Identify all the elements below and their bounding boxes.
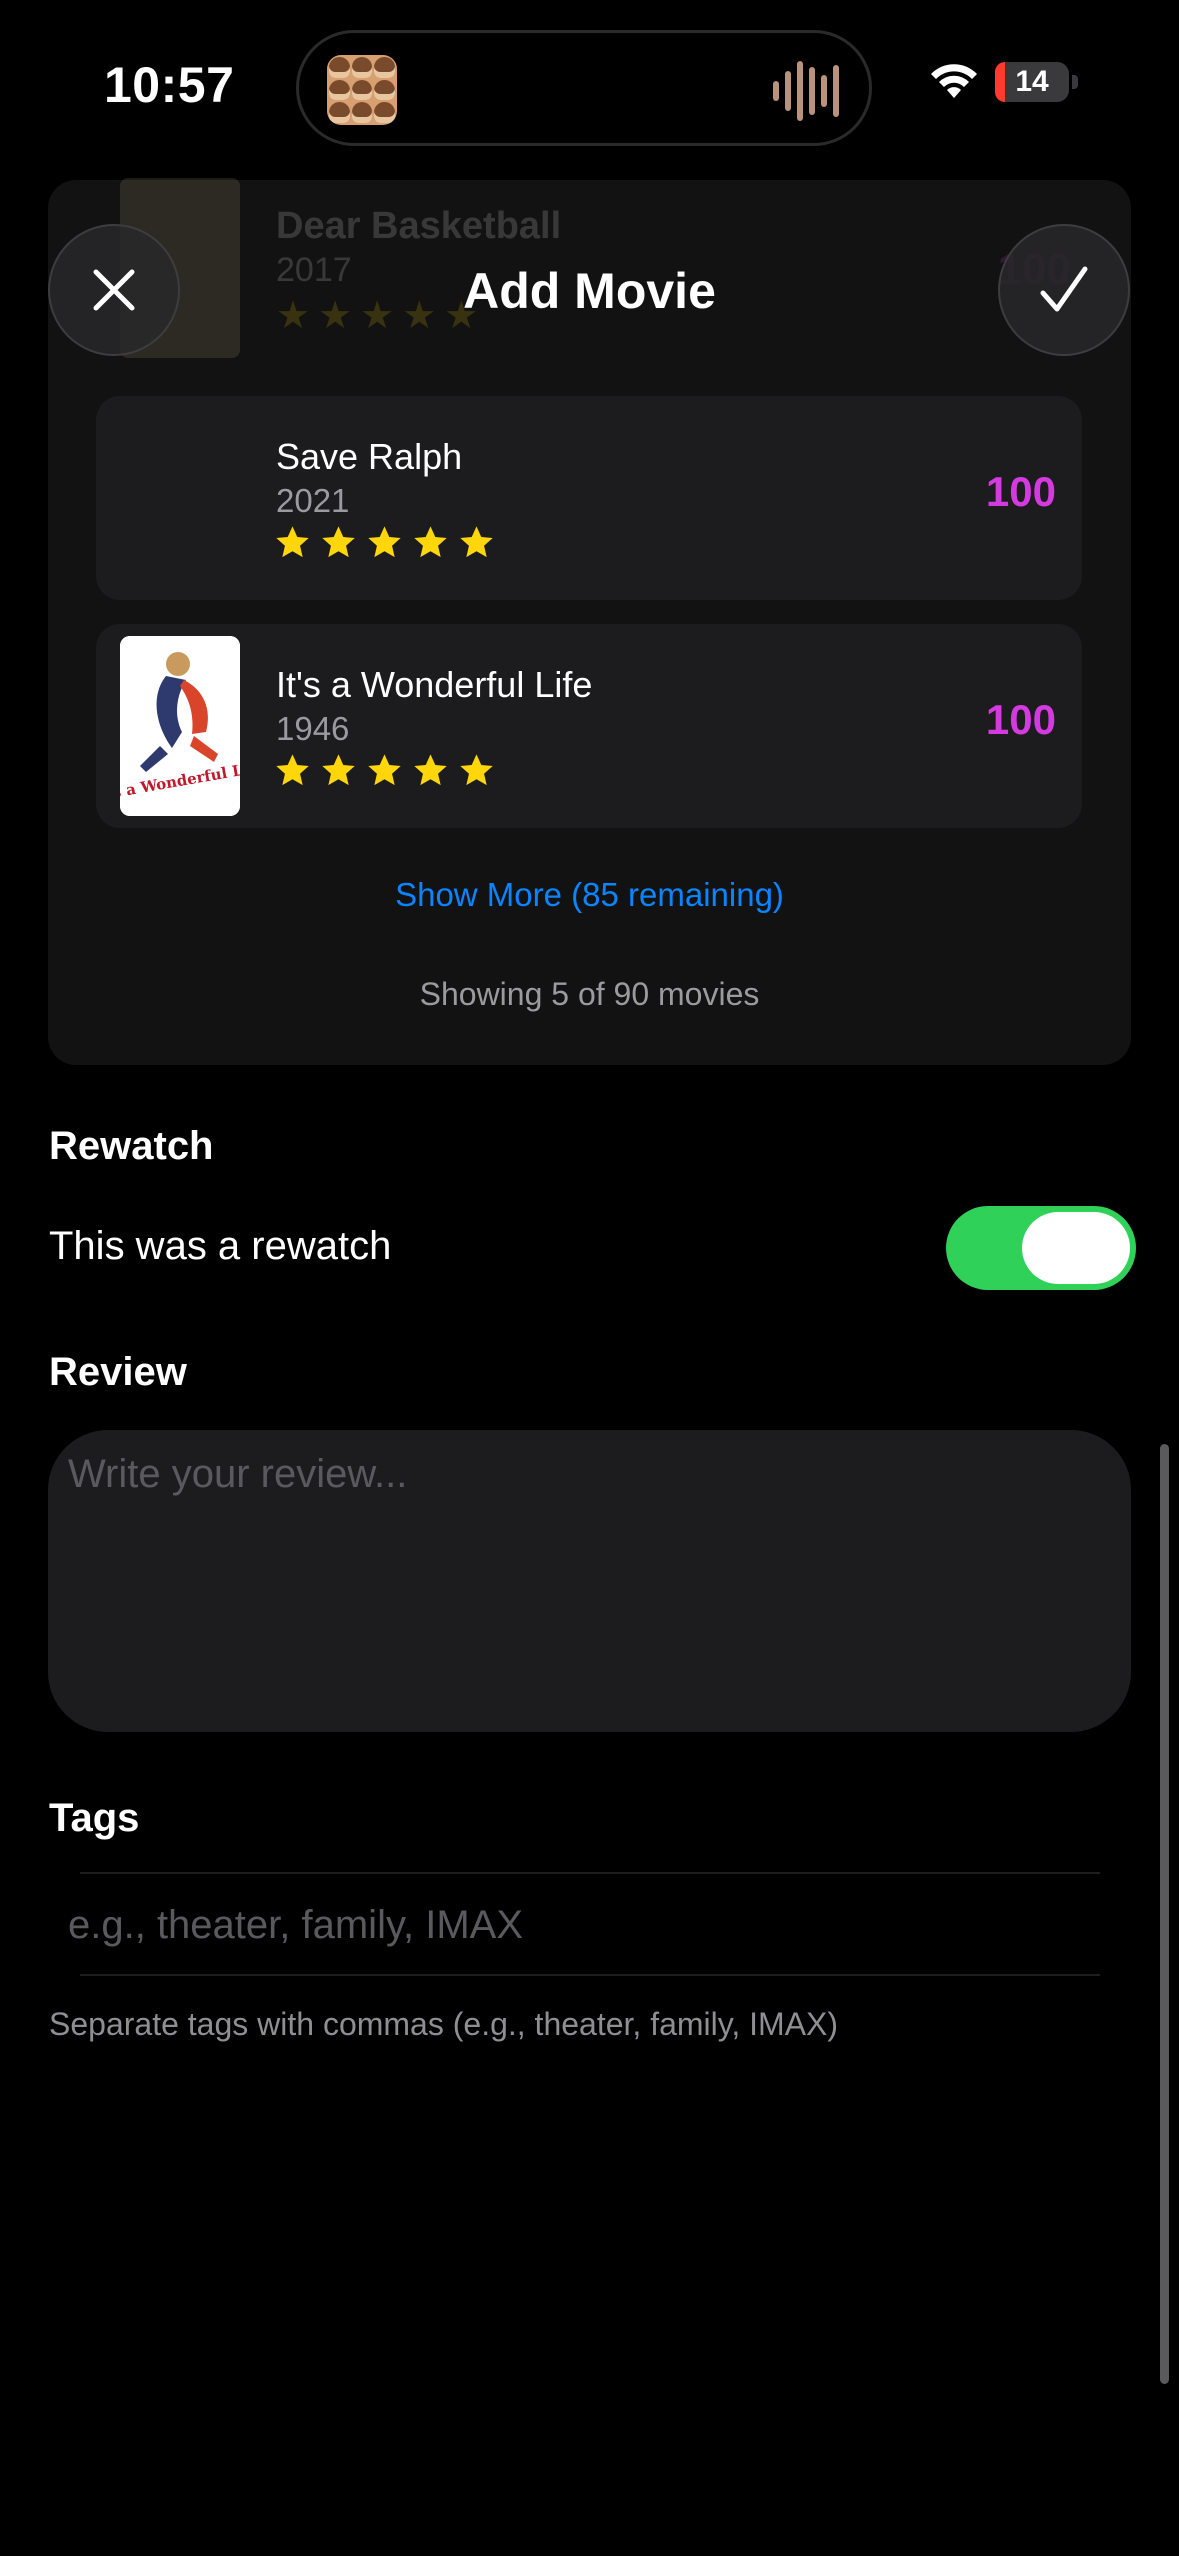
showing-count-text: Showing 5 of 90 movies (419, 976, 760, 1012)
star-icon (368, 526, 401, 558)
divider (80, 1974, 1100, 1976)
star-icon (322, 526, 355, 558)
dynamic-island[interactable] (296, 30, 872, 146)
star-icon (460, 754, 493, 786)
battery-icon: 14 (995, 62, 1078, 102)
scrollbar[interactable] (1160, 1444, 1169, 2384)
list-item[interactable]: Save Ralph 2021 100 (96, 396, 1082, 600)
star-icon (276, 526, 309, 558)
now-playing-artwork (327, 55, 397, 125)
tags-section-label: Tags (49, 1796, 140, 1840)
status-time: 10:57 (104, 57, 235, 113)
movie-year: 2021 (276, 482, 350, 519)
tags-hint-text: Separate tags with commas (e.g., theater… (49, 2006, 839, 2042)
rewatch-toggle-label: This was a rewatch (49, 1224, 392, 1268)
battery-percent: 14 (1015, 65, 1049, 98)
movie-score: 100 (985, 696, 1056, 743)
star-icon (276, 754, 309, 786)
show-more-button[interactable]: Show More (85 remaining) (0, 876, 1179, 914)
star-icon (322, 754, 355, 786)
movie-title: It's a Wonderful Life (276, 664, 593, 705)
poster-art: It's a Wonderful Life (120, 636, 240, 816)
divider (80, 1872, 1100, 1874)
list-item[interactable]: It's a Wonderful Life It's a Wonderful L… (96, 624, 1082, 828)
review-section-label: Review (49, 1350, 187, 1394)
done-button[interactable] (998, 224, 1130, 356)
star-icon (414, 526, 447, 558)
poster-image: It's a Wonderful Life (120, 636, 240, 816)
rewatch-section-label: Rewatch (49, 1124, 214, 1168)
movie-title: Save Ralph (276, 436, 463, 477)
movie-year: 1946 (276, 710, 350, 747)
wifi-icon (931, 64, 977, 98)
star-icon (414, 754, 447, 786)
star-icon (368, 754, 401, 786)
tags-input[interactable] (48, 1880, 1131, 1970)
star-icon (460, 526, 493, 558)
checkmark-icon (1040, 266, 1088, 312)
review-textarea[interactable] (68, 1452, 1111, 1710)
movie-title: Dear Basketball (276, 205, 562, 247)
star-rating (274, 524, 495, 561)
toggle-knob (1022, 1212, 1130, 1284)
movie-score: 100 (985, 468, 1056, 515)
audio-waveform-icon (773, 61, 839, 121)
add-movie-screen: 10:57 14 Dear Basketball 2017 ★★★★★ Save… (0, 0, 1179, 2556)
rewatch-toggle[interactable] (946, 1206, 1136, 1290)
star-rating (274, 752, 495, 789)
review-field-container (48, 1430, 1131, 1732)
status-indicators: 14 (929, 62, 1078, 102)
